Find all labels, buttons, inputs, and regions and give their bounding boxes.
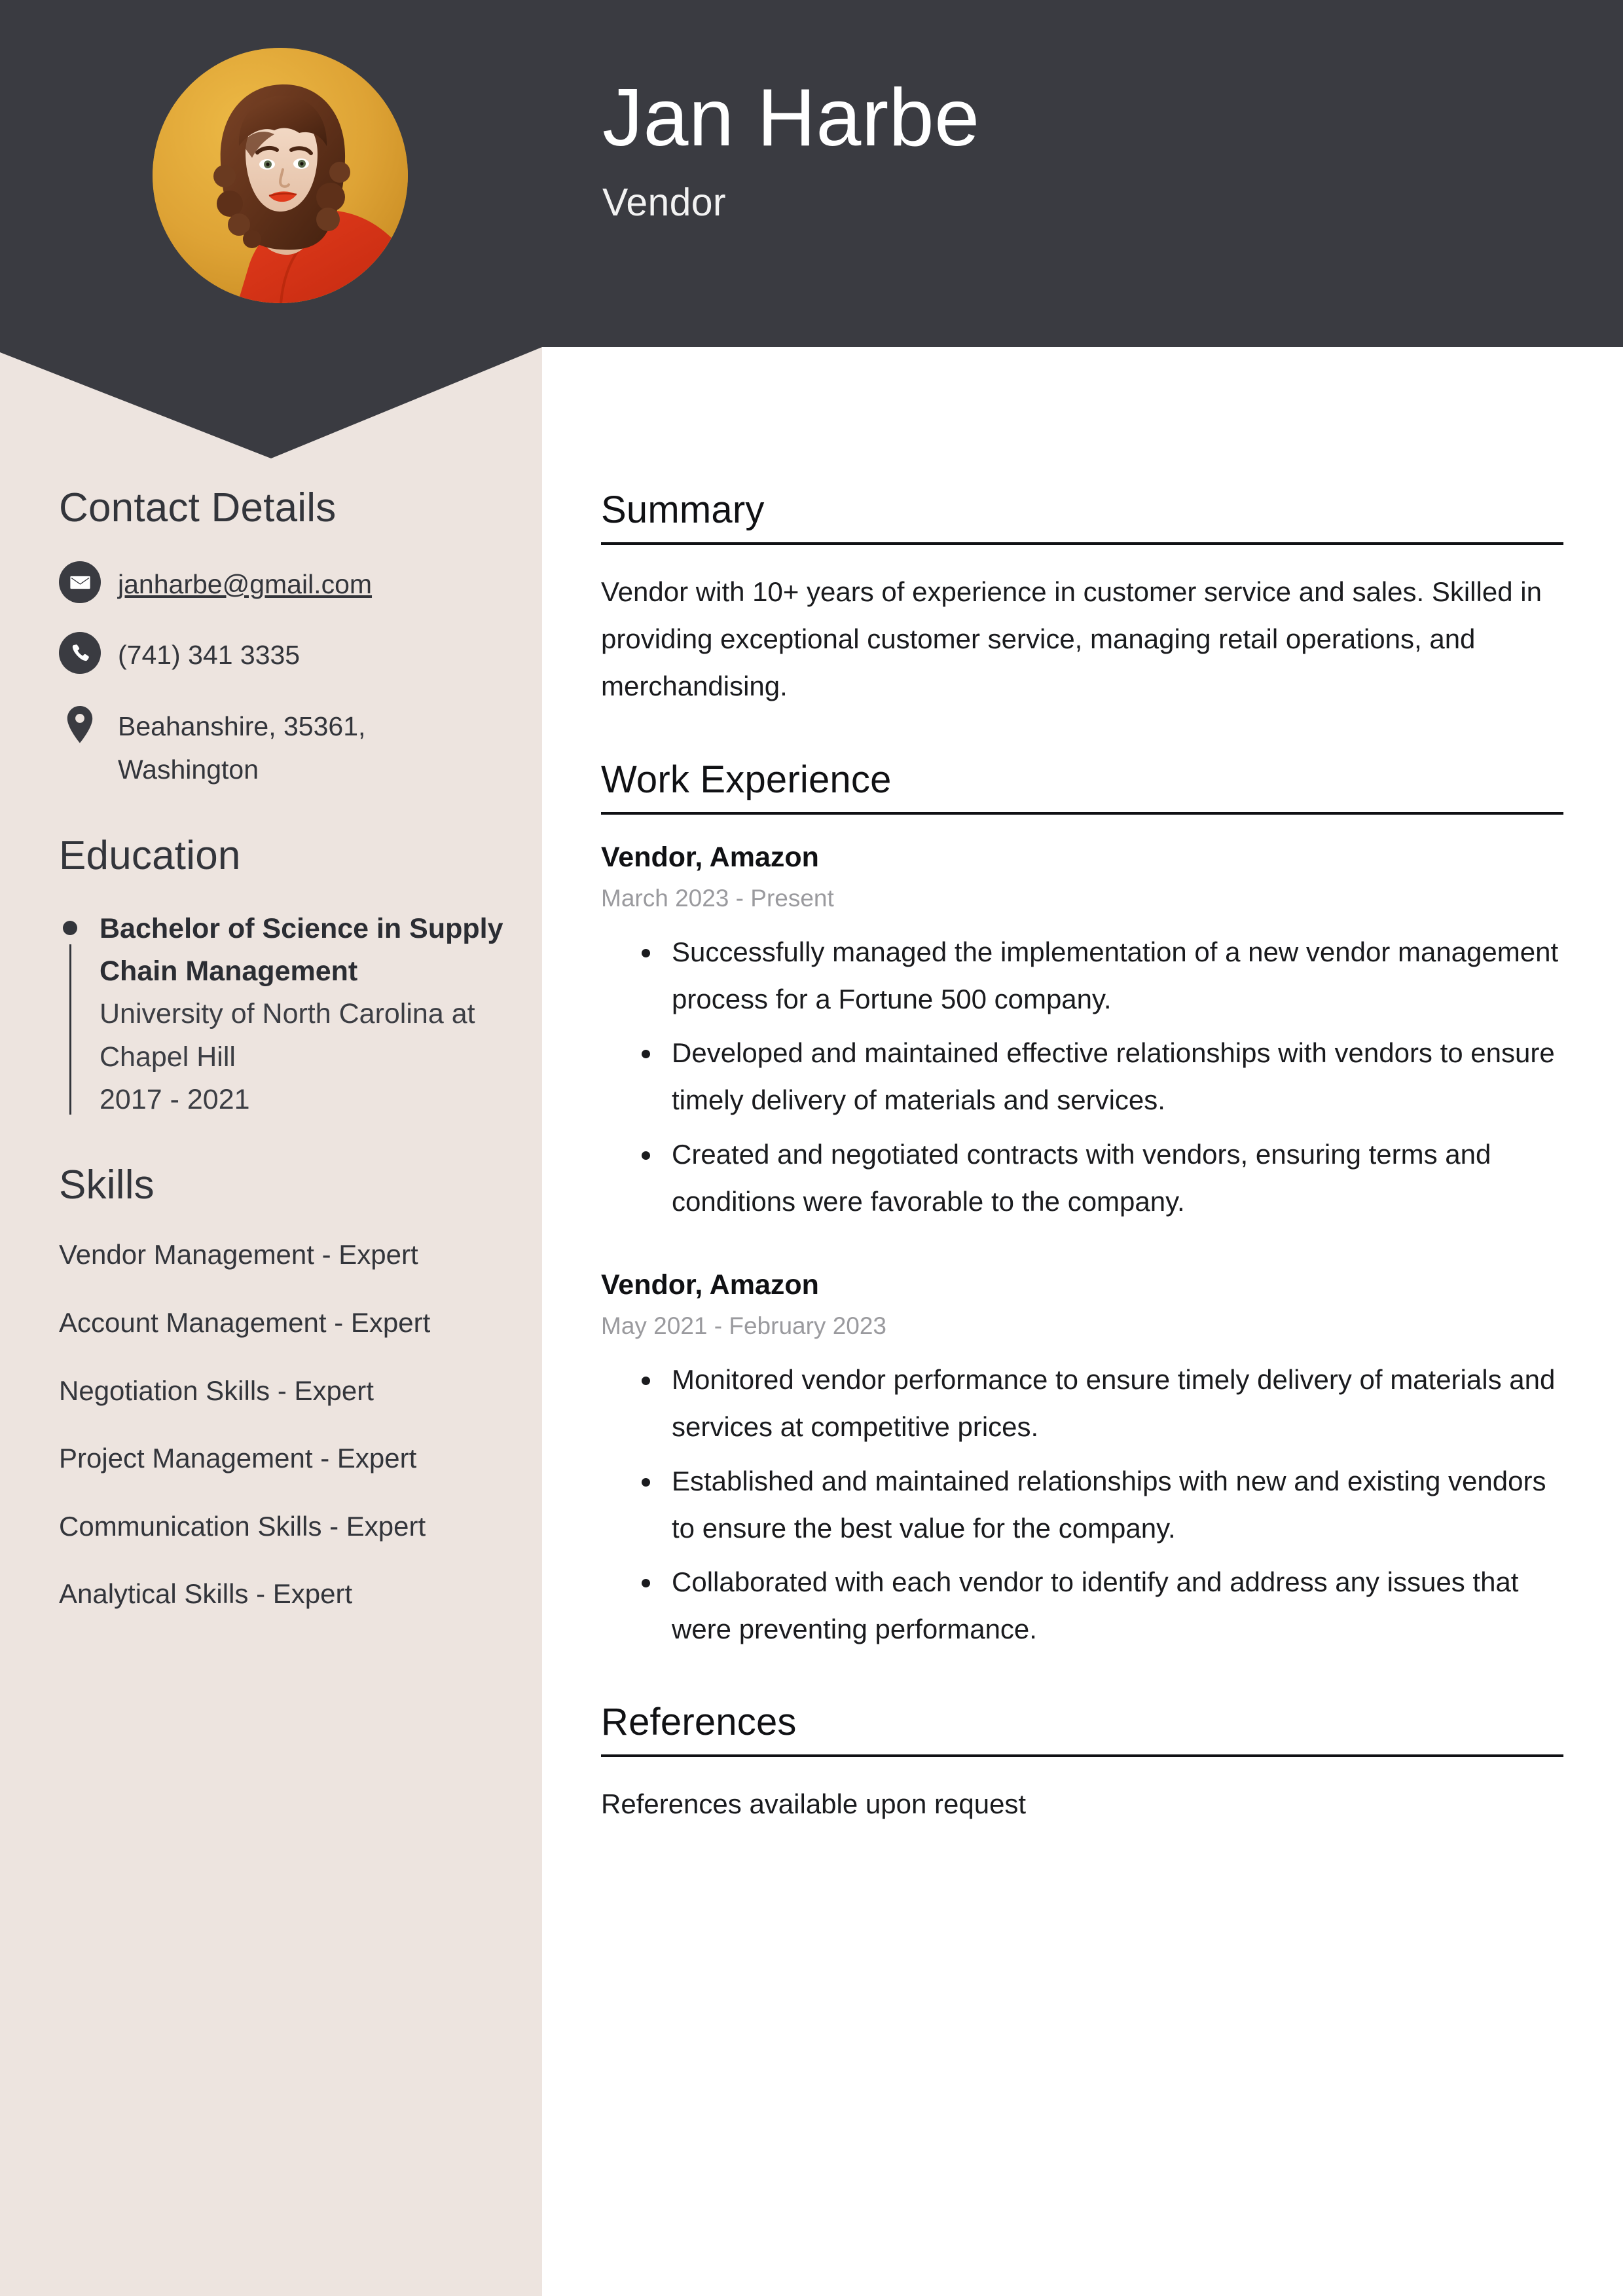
summary-section: Summary Vendor with 10+ years of experie… [601,488,1563,711]
references-section: References References available upon req… [601,1700,1563,1828]
skill-item: Vendor Management - Expert [59,1239,418,1270]
portrait-photo-icon [153,48,408,303]
avatar [153,48,408,303]
job-role: Vendor, Amazon [601,841,819,873]
job-title: Vendor [602,181,726,225]
phone-icon [59,632,101,675]
skills-heading: Skills [59,1162,155,1208]
job-entry: Vendor, Amazon March 2023 - Present Succ… [601,840,1563,1225]
education-item: Bachelor of Science in Supply Chain Mana… [59,908,504,1122]
sidebar: Contact Details janharbe@gmail.com (741)… [59,485,504,1653]
job-dates: March 2023 - Present [601,884,834,912]
summary-text: Vendor with 10+ years of experience in c… [601,576,1542,702]
job-bullet: Successfully managed the implementation … [642,929,1563,1023]
job-bullet-list: Monitored vendor performance to ensure t… [601,1356,1563,1653]
contact-item-phone[interactable]: (741) 341 3335 [59,631,504,676]
references-text: References available upon request [601,1788,1027,1820]
contact-item-location: Beahanshire, 35361, Washington [59,702,504,792]
location-value: Beahanshire, 35361, Washington [118,711,366,785]
skill-item: Account Management - Expert [59,1307,431,1339]
education-school: University of North Carolina at Chapel H… [100,998,475,1073]
contact-details-heading: Contact Details [59,485,337,530]
education-heading: Education [59,832,241,878]
resume-page: Jan Harbe Vendor Contact Details janharb… [0,0,1623,2296]
skills-section: Skills Vendor Management - Expert Accoun… [59,1162,504,1612]
references-heading: References [601,1700,1563,1758]
work-experience-section: Work Experience Vendor, Amazon March 202… [601,758,1563,1654]
education-section: Education Bachelor of Science in Supply … [59,832,504,1122]
job-bullet: Developed and maintained effective relat… [642,1029,1563,1124]
job-bullet: Collaborated with each vendor to identif… [642,1559,1563,1653]
contact-details-section: Contact Details janharbe@gmail.com (741)… [59,485,504,792]
envelope-icon [59,561,101,603]
job-dates: May 2021 - February 2023 [601,1312,887,1339]
timeline-line [69,944,71,1115]
job-bullet: Established and maintained relationships… [642,1458,1563,1552]
header-text-group: Jan Harbe Vendor [602,75,1519,225]
job-bullet: Created and negotiated contracts with ve… [642,1131,1563,1225]
phone-value: (741) 341 3335 [118,640,301,671]
education-degree: Bachelor of Science in Supply Chain Mana… [100,912,503,987]
page-title: Jan Harbe [602,73,980,163]
location-pin-icon [59,703,101,745]
job-bullet: Monitored vendor performance to ensure t… [642,1356,1563,1451]
email-value[interactable]: janharbe@gmail.com [118,560,372,606]
job-role: Vendor, Amazon [601,1269,819,1301]
work-experience-heading: Work Experience [601,758,1563,815]
summary-heading: Summary [601,488,1563,545]
contact-item-email[interactable]: janharbe@gmail.com [59,560,504,606]
skill-item: Negotiation Skills - Expert [59,1375,374,1406]
skill-item: Project Management - Expert [59,1443,417,1474]
main-column: Summary Vendor with 10+ years of experie… [601,488,1563,1876]
education-dates: 2017 - 2021 [100,1084,250,1116]
job-bullet-list: Successfully managed the implementation … [601,929,1563,1225]
job-entry: Vendor, Amazon May 2021 - February 2023 … [601,1267,1563,1653]
bullet-dot-icon [63,920,77,935]
skill-item: Communication Skills - Expert [59,1510,426,1542]
skill-item: Analytical Skills - Expert [59,1578,353,1610]
